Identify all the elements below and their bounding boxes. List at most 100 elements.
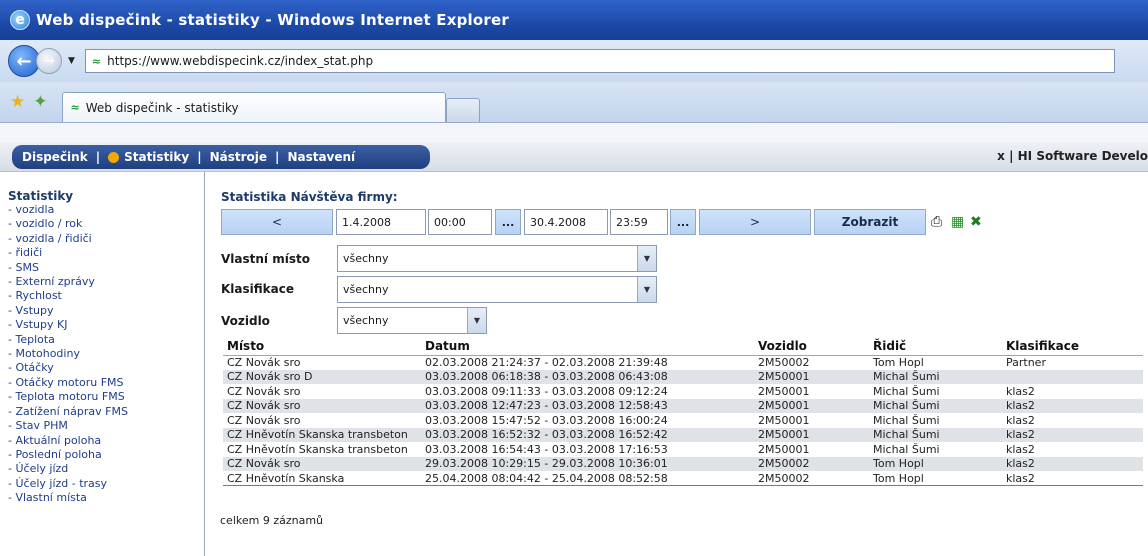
menu-nastaveni[interactable]: Nastavení <box>287 150 355 164</box>
table-row[interactable]: CZ Novák sro 29.03.2008 10:29:15 - 29.03.… <box>223 456 1143 471</box>
excel-icon[interactable]: ✖ <box>970 214 982 230</box>
cell-place: CZ Novák sro <box>227 356 301 369</box>
time-to-input[interactable]: 23:59 <box>610 209 668 235</box>
window-title: Web dispečink - statistiky - Windows Int… <box>36 11 509 29</box>
app-main-menu: Dispečink | Statistiky | Nástroje | Nast… <box>12 145 430 169</box>
browser-toolbar-separator <box>0 122 1148 142</box>
cell-place: CZ Novák sro <box>223 398 421 413</box>
cell-place: CZ Novák sro D <box>223 369 421 384</box>
chevron-down-icon: ▼ <box>637 277 656 302</box>
cell-place: CZ Novák sro <box>227 384 301 398</box>
sidebar-link[interactable]: - Aktuální poloha <box>8 434 204 448</box>
sidebar-link[interactable]: - Teplota motoru FMS <box>8 390 204 404</box>
menu-separator: | <box>197 150 202 164</box>
table-row[interactable]: CZ Novák sro D 03.03.2008 06:18:38 - 03.0… <box>223 369 1143 384</box>
table-row[interactable]: CZ Hněvotín Skanska 25.04.2008 08:04:42 -… <box>223 471 1143 486</box>
sidebar-link[interactable]: - vozidla <box>8 203 204 217</box>
cell-place: CZ Hněvotín Skanska transbeton <box>223 427 421 442</box>
cell-vehicle: 2M50001 <box>754 369 869 384</box>
col-header-classification[interactable]: Klasifikace <box>1002 338 1143 356</box>
export-icon[interactable]: ▦ <box>951 214 964 230</box>
browser-tab[interactable]: ≈ Web dispečink - statistiky <box>61 92 446 122</box>
window-titlebar: e Web dispečink - statistiky - Windows I… <box>0 0 1148 40</box>
sidebar-link[interactable]: - Vstupy <box>8 304 204 318</box>
sidebar: Statistiky - vozidla - vozidlo / rok - voz… <box>0 172 205 556</box>
sidebar-link[interactable]: - Otáčky <box>8 361 204 375</box>
sidebar-link[interactable]: - Zatížení náprav FMS <box>8 405 204 419</box>
table-header-row: Místo Datum Vozidlo Řidič Klasifikace <box>223 338 1143 356</box>
sidebar-link[interactable]: - Poslední poloha <box>8 448 204 462</box>
new-tab-button[interactable] <box>445 98 480 122</box>
col-header-place[interactable]: Místo <box>223 338 421 356</box>
cell-vehicle: 2M50002 <box>754 471 869 486</box>
favorites-star-icon[interactable]: ★ <box>10 92 25 112</box>
show-button[interactable]: Zobrazit <box>814 209 926 235</box>
menu-separator: | <box>275 150 280 164</box>
table-row[interactable]: CZ Novák sro 03.03.2008 15:47:52 - 03.03.… <box>223 413 1143 428</box>
cell-driver: Michal Šumi <box>873 442 940 456</box>
menu-nastroje[interactable]: Nástroje <box>210 150 267 164</box>
cell-classification: Partner <box>1006 356 1046 369</box>
tab-title: Web dispečink - statistiky <box>85 100 239 115</box>
app-menu-bar: Dispečink | Statistiky | Nástroje | Nast… <box>0 142 1148 172</box>
cell-driver: Michal Šumi <box>869 427 1002 442</box>
menu-dispecink[interactable]: Dispečink <box>22 150 88 164</box>
cell-vehicle: 2M50001 <box>754 427 869 442</box>
sidebar-link[interactable]: - Vstupy KJ <box>8 318 204 332</box>
table-row[interactable]: CZ Novák sro 03.03.2008 12:47:23 - 03.03.… <box>223 398 1143 413</box>
col-header-vehicle[interactable]: Vozidlo <box>754 338 869 356</box>
date-to-picker-button[interactable]: ... <box>670 209 696 235</box>
place-select-value: všechny <box>343 252 389 265</box>
sidebar-link[interactable]: - Rychlost <box>8 289 204 303</box>
sidebar-link[interactable]: - Účely jízd - trasy <box>8 477 204 491</box>
print-icon[interactable]: ⎙ <box>931 214 942 230</box>
sidebar-link[interactable]: - řidiči <box>8 246 204 260</box>
table-row[interactable]: CZ Novák sro 03.03.2008 09:11:33 - 03.03.… <box>223 384 1143 399</box>
time-from-input[interactable]: 00:00 <box>428 209 492 235</box>
sidebar-link[interactable]: - vozidlo / rok <box>8 217 204 231</box>
col-header-driver[interactable]: Řidič <box>869 338 1002 356</box>
table-row[interactable]: CZ Hněvotín Skanska transbeton 03.03.2008… <box>223 442 1143 457</box>
address-bar[interactable]: ≈ https://www.webdispecink.cz/index_stat… <box>84 49 1115 73</box>
menu-statistiky[interactable]: Statistiky <box>124 150 189 164</box>
top-right-user-info[interactable]: x | HI Software Develo <box>997 149 1148 163</box>
date-from-input[interactable]: 1.4.2008 <box>336 209 426 235</box>
site-favicon-icon: ≈ <box>91 54 102 68</box>
sidebar-link[interactable]: - vozidla / řidiči <box>8 232 204 246</box>
add-favorites-icon[interactable]: ✦ <box>33 92 47 112</box>
date-from-picker-button[interactable]: ... <box>495 209 521 235</box>
cell-date: 03.03.2008 12:47:23 - 03.03.2008 12:58:4… <box>421 398 754 413</box>
sidebar-link[interactable]: - Účely jízd <box>8 462 204 476</box>
class-select[interactable]: všechny ▼ <box>337 276 657 303</box>
cell-classification: klas2 <box>1006 442 1035 456</box>
table-row[interactable]: CZ Hněvotín Skanska transbeton 03.03.2008… <box>223 427 1143 442</box>
table-row[interactable]: CZ Novák sro 02.03.2008 21:24:37 - 02.03.… <box>223 355 1143 370</box>
sidebar-link[interactable]: - Motohodiny <box>8 347 204 361</box>
sidebar-link[interactable]: - SMS <box>8 261 204 275</box>
next-period-button[interactable]: > <box>699 209 811 235</box>
cell-vehicle: 2M50001 <box>758 442 810 456</box>
col-header-date[interactable]: Datum <box>421 338 754 356</box>
sidebar-link[interactable]: - Vlastní místa <box>8 491 204 505</box>
sidebar-list: - vozidla - vozidlo / rok - vozidla / řidi… <box>8 203 204 506</box>
date-to-input[interactable]: 30.4.2008 <box>524 209 608 235</box>
cell-date: 03.03.2008 16:52:32 - 03.03.2008 16:52:4… <box>421 427 754 442</box>
sidebar-link[interactable]: - Otáčky motoru FMS <box>8 376 204 390</box>
cell-date: 03.03.2008 16:54:43 - 03.03.2008 17:16:5… <box>425 442 668 456</box>
class-label: Klasifikace <box>221 282 294 296</box>
sidebar-link[interactable]: - Externí zprávy <box>8 275 204 289</box>
class-select-value: všechny <box>343 283 389 296</box>
forward-button[interactable]: → <box>36 48 62 74</box>
sidebar-link[interactable]: - Teplota <box>8 333 204 347</box>
vehicle-label: Vozidlo <box>221 314 270 328</box>
vehicle-select[interactable]: všechny ▼ <box>337 307 487 334</box>
cell-classification: klas2 <box>1002 427 1143 442</box>
sidebar-title: Statistiky <box>8 189 74 203</box>
sidebar-link[interactable]: - Stav PHM <box>8 419 204 433</box>
history-dropdown-icon[interactable]: ▼ <box>68 56 75 66</box>
place-select[interactable]: všechny ▼ <box>337 245 657 272</box>
cell-classification: klas2 <box>1002 456 1143 471</box>
cell-date: 03.03.2008 06:18:38 - 03.03.2008 06:43:0… <box>421 369 754 384</box>
prev-period-button[interactable]: < <box>221 209 333 235</box>
place-label: Vlastní místo <box>221 252 310 266</box>
